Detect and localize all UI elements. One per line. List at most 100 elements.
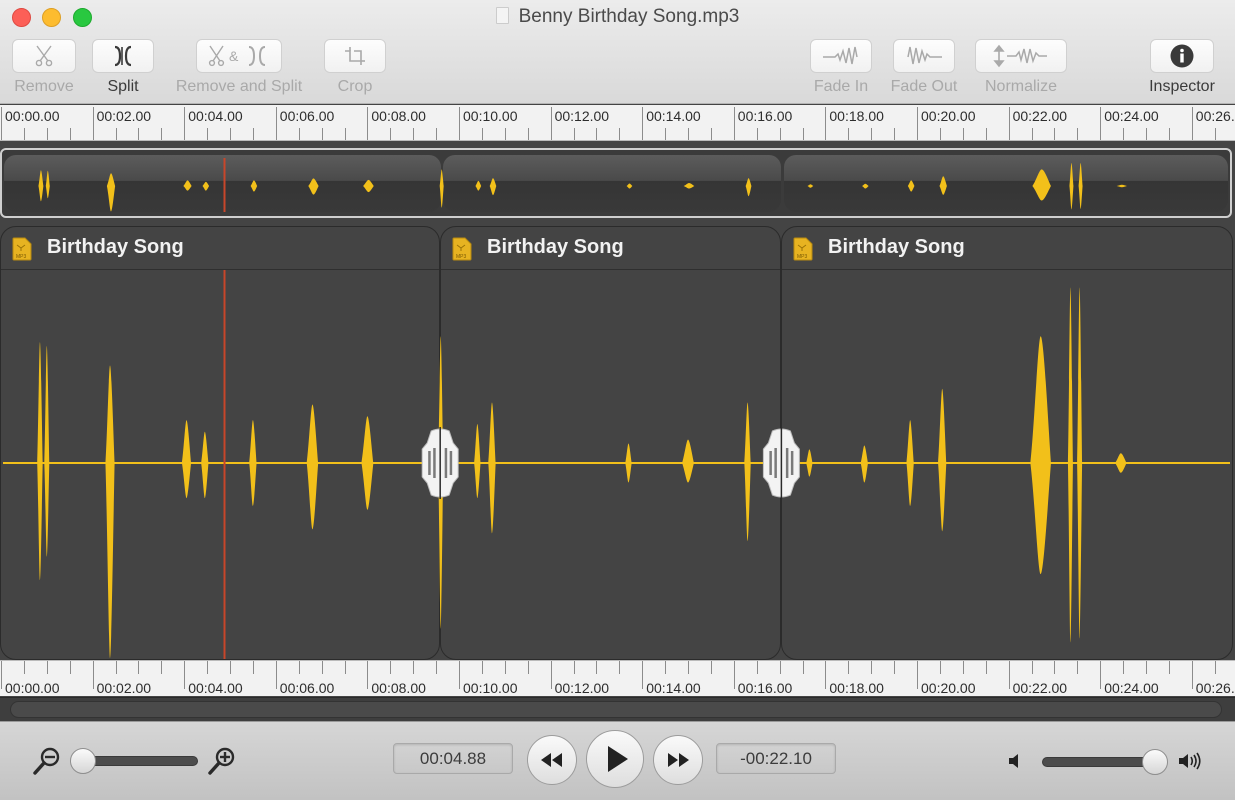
ruler-minor-tick <box>939 661 941 674</box>
volume-low-icon <box>1009 754 1018 768</box>
ruler-minor-tick <box>939 128 941 140</box>
overview-burst <box>308 178 319 195</box>
ruler-minor-tick <box>230 661 231 674</box>
ruler-minor-tick <box>436 128 438 140</box>
ruler-minor-tick <box>436 661 438 674</box>
ruler-major-tick <box>550 107 552 140</box>
ruler-minor-tick <box>710 128 712 140</box>
ruler-time-label: 00:16.00 <box>737 108 793 124</box>
overview-burst <box>1116 184 1127 188</box>
ruler-minor-tick <box>115 128 117 140</box>
ruler-time-label: 00:24.00 <box>1104 680 1159 696</box>
overview-burst <box>489 178 497 196</box>
overview-burst <box>439 169 444 208</box>
ruler-minor-tick <box>207 661 209 674</box>
ruler-minor-tick <box>321 128 323 140</box>
ruler-major-tick <box>184 107 186 140</box>
waveform-overview[interactable] <box>0 148 1232 218</box>
ruler-major-tick <box>459 107 460 140</box>
normalize-label: Normalize <box>984 78 1057 95</box>
play-icon <box>607 746 628 772</box>
ruler-minor-tick <box>779 128 781 140</box>
zoom-in-icon[interactable] <box>207 745 237 777</box>
app-window: Benny Birthday Song.mp3 Remove Split & R… <box>0 0 1235 800</box>
ruler-minor-tick <box>1077 128 1079 140</box>
elapsed-time-display: 00:04.88 <box>393 743 513 774</box>
overview-burst <box>683 182 695 189</box>
timeline-ruler-top[interactable]: 00:00.00 00:02.00 00:04.00 00:06.00 00:08.00… <box>0 105 1235 141</box>
ruler-minor-tick <box>596 128 598 140</box>
inspector-label: Inspector <box>1149 78 1215 95</box>
horizontal-scrollbar[interactable] <box>0 697 1235 721</box>
mp3-file-icon: MP3 <box>12 237 32 261</box>
ruler-time-label: 00:08.00 <box>371 680 426 696</box>
ruler-minor-tick <box>665 661 667 674</box>
ruler-minor-tick <box>1123 128 1125 140</box>
svg-text:MP3: MP3 <box>16 254 27 260</box>
ruler-time-label: 00:12.00 <box>554 108 610 124</box>
ruler-time-label: 00:00.00 <box>5 108 60 124</box>
ruler-minor-tick <box>344 128 346 140</box>
ruler-minor-tick <box>573 661 575 674</box>
clip-header: MP3 Birthday Song <box>1 227 439 270</box>
ruler-minor-tick <box>871 128 873 140</box>
volume-slider-knob[interactable] <box>1142 749 1168 775</box>
ruler-minor-tick <box>161 661 163 674</box>
ruler-time-label: 00:10.00 <box>463 108 518 124</box>
ruler-major-tick <box>733 661 735 689</box>
overview-burst <box>626 183 633 189</box>
ruler-minor-tick <box>23 661 25 674</box>
fade-in-button[interactable]: Fade In <box>809 39 873 96</box>
remaining-time-display: -00:22.10 <box>716 743 836 774</box>
overview-burst <box>106 173 116 212</box>
clip-title: Birthday Song <box>47 236 184 258</box>
ruler-minor-tick <box>138 128 140 140</box>
ruler-minor-tick <box>298 661 300 674</box>
scrollbar-thumb[interactable] <box>10 701 1222 718</box>
svg-text:MP3: MP3 <box>456 254 467 260</box>
fade-out-button[interactable]: Fade Out <box>887 39 961 96</box>
ruler-major-tick <box>1 107 2 140</box>
ruler-minor-tick <box>802 661 804 674</box>
ruler-minor-tick <box>619 128 621 140</box>
remove-and-split-label: Remove and Split <box>175 78 303 95</box>
ruler-minor-tick <box>1031 128 1033 140</box>
inspector-button[interactable]: Inspector <box>1142 39 1222 96</box>
ruler-time-label: 00:02.00 <box>96 108 152 124</box>
volume-high-icon <box>1179 752 1201 770</box>
split-button[interactable]: Split <box>91 39 155 96</box>
ruler-time-label: 00:14.00 <box>646 108 701 124</box>
audio-clip-1[interactable]: MP3 Birthday Song <box>0 226 440 660</box>
ruler-minor-tick <box>1054 128 1056 140</box>
ruler-major-tick <box>1008 107 1010 140</box>
ruler-minor-tick <box>481 661 483 674</box>
ruler-major-tick <box>367 661 369 689</box>
mp3-file-icon: MP3 <box>793 237 813 261</box>
normalize-button[interactable]: Normalize <box>975 39 1067 96</box>
ruler-time-label: 00:02.00 <box>96 680 152 696</box>
ruler-major-tick <box>1100 661 1102 689</box>
timeline-ruler-bottom[interactable]: 00:00.00 00:02.00 00:04.00 00:06.00 00:08.00… <box>0 660 1235 696</box>
ruler-minor-tick <box>573 128 575 140</box>
ruler-minor-tick <box>252 661 254 674</box>
zoom-out-icon[interactable] <box>32 745 62 777</box>
crop-button[interactable]: Crop <box>323 39 387 96</box>
clip-header: MP3 Birthday Song <box>782 227 1232 270</box>
remove-and-split-button[interactable]: & Remove and Split <box>169 39 309 96</box>
zoom-slider-track[interactable] <box>78 756 198 766</box>
zoom-slider-knob[interactable] <box>70 748 96 774</box>
ruler-minor-tick <box>1214 661 1216 674</box>
window-title-text: Benny Birthday Song.mp3 <box>518 6 740 27</box>
ruler-major-tick <box>275 661 277 689</box>
play-button[interactable] <box>586 730 644 788</box>
audio-clip-3[interactable]: MP3 Birthday Song <box>781 226 1233 660</box>
overview-burst <box>363 179 374 193</box>
remove-button[interactable]: Remove <box>11 39 77 96</box>
ruler-minor-tick <box>756 128 758 140</box>
ruler-minor-tick <box>1214 128 1216 140</box>
rewind-button[interactable] <box>527 735 577 785</box>
fast-forward-button[interactable] <box>653 735 703 785</box>
overview-burst <box>250 180 258 192</box>
audio-clip-2[interactable]: MP3 Birthday Song <box>440 226 781 660</box>
titlebar-toolbar: Benny Birthday Song.mp3 Remove Split & R… <box>0 0 1235 104</box>
